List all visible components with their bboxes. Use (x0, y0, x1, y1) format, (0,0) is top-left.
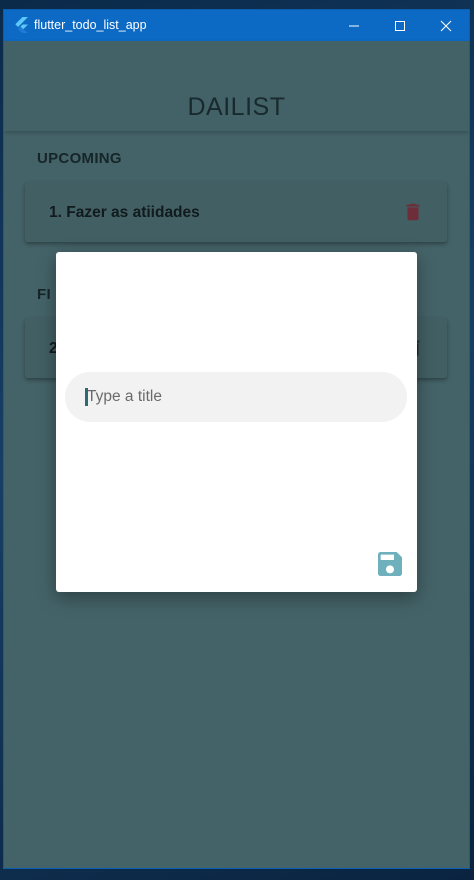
title-input[interactable] (65, 372, 407, 422)
text-cursor (85, 388, 88, 406)
app-window: flutter_todo_list_app DAILIST UPCOMING 1… (4, 10, 469, 868)
close-button[interactable] (423, 10, 469, 41)
app-content: DAILIST UPCOMING 1. Fazer as atiidades F… (4, 41, 469, 868)
window-titlebar[interactable]: flutter_todo_list_app (4, 10, 469, 41)
minimize-icon (349, 25, 359, 27)
maximize-icon (395, 21, 405, 31)
maximize-button[interactable] (377, 10, 423, 41)
window-title: flutter_todo_list_app (34, 18, 147, 32)
minimize-button[interactable] (331, 10, 377, 41)
save-icon[interactable] (374, 548, 406, 580)
flutter-logo-icon (15, 17, 28, 33)
add-task-dialog (56, 252, 417, 592)
close-icon (440, 20, 452, 32)
